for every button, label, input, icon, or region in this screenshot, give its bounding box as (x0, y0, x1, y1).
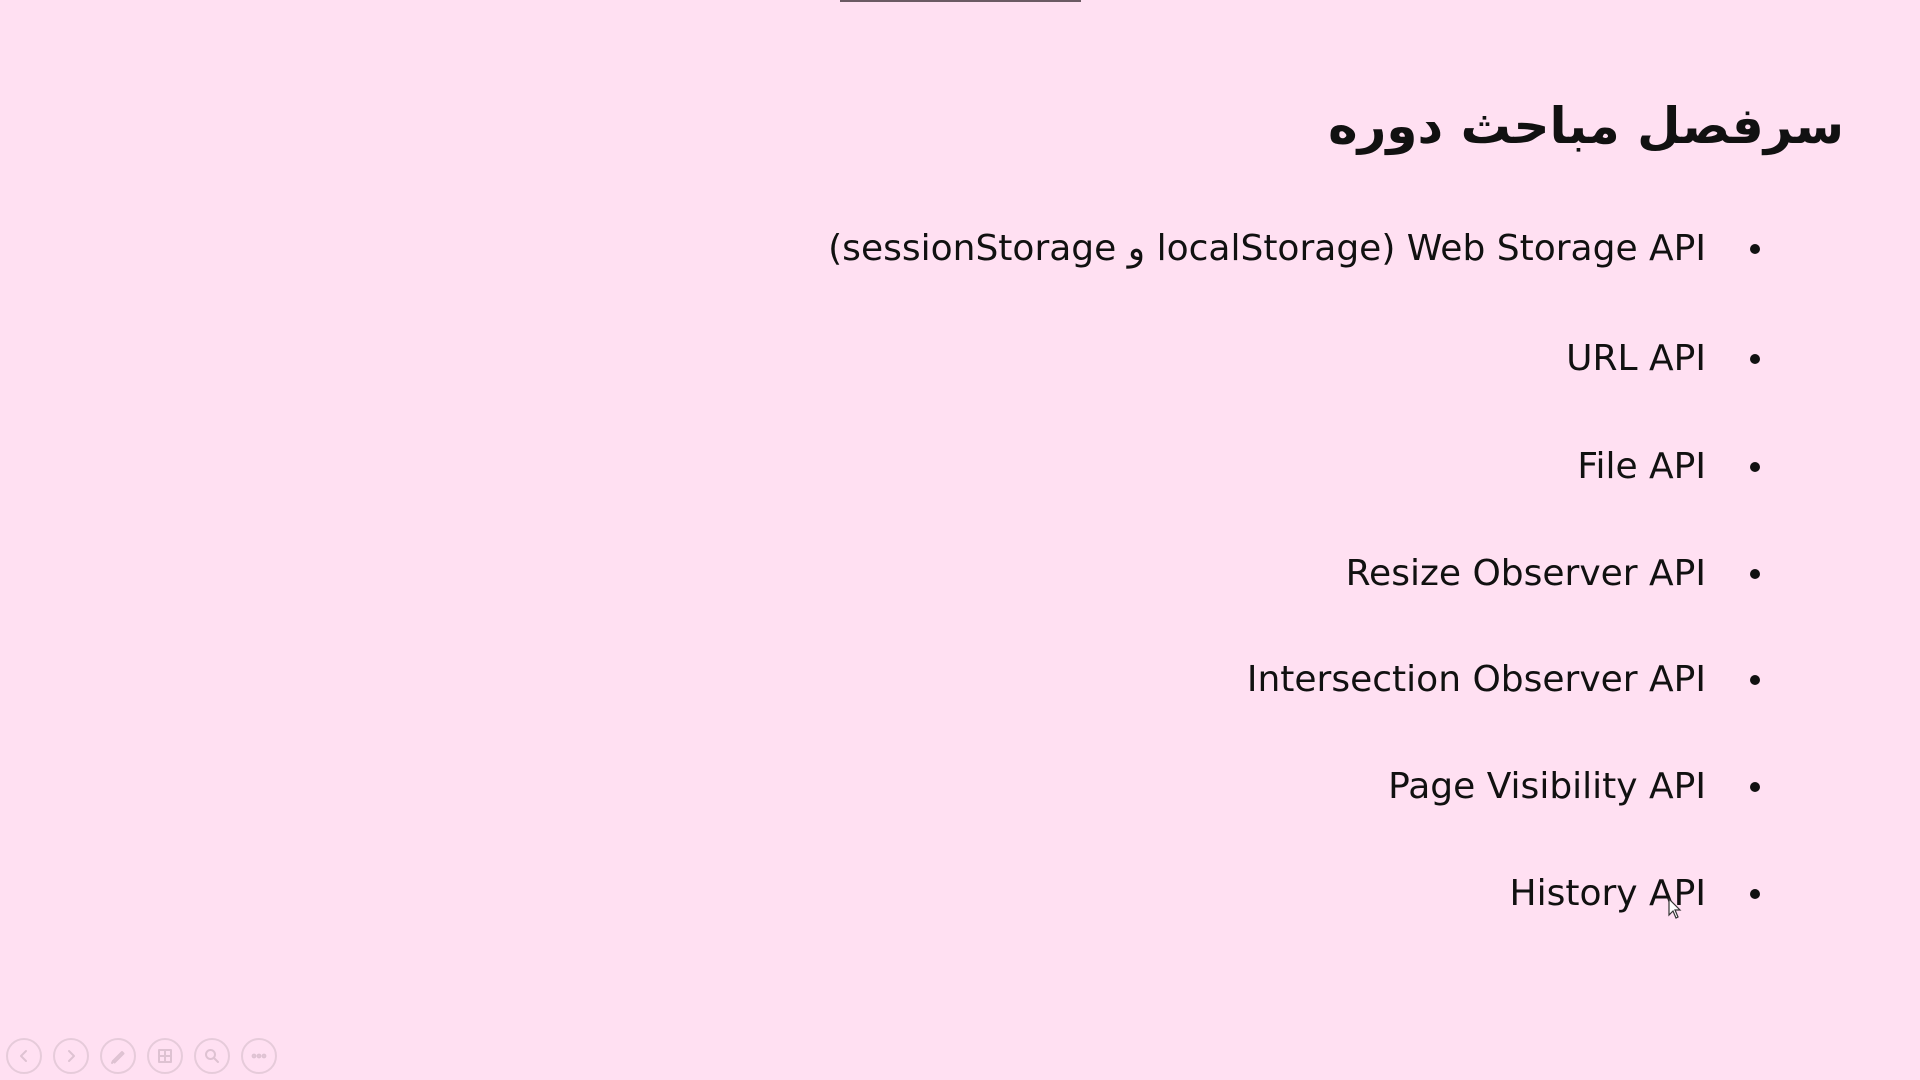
bullet-icon (1750, 782, 1760, 792)
slides-grid-button[interactable] (147, 1038, 183, 1074)
list-item: Page Visibility API (1388, 762, 1760, 812)
list-item: (sessionStorage و localStorage) Web Stor… (828, 224, 1760, 274)
zoom-button[interactable] (194, 1038, 230, 1074)
list-item-label: Page Visibility API (1388, 766, 1706, 807)
previous-slide-button[interactable] (6, 1038, 42, 1074)
pen-icon (111, 1051, 125, 1064)
bullet-icon (1750, 675, 1760, 685)
bullet-icon (1750, 462, 1760, 472)
list-item: File API (1577, 442, 1760, 492)
bullet-icon (1750, 354, 1760, 364)
previous-slide-icon (20, 1050, 27, 1062)
slide-title: سرفصل مباحث دوره (1328, 96, 1844, 155)
list-item: Resize Observer API (1345, 549, 1760, 599)
slides-grid-icon (158, 1049, 172, 1063)
list-item: Intersection Observer API (1246, 655, 1760, 705)
next-slide-button[interactable] (53, 1038, 89, 1074)
mouse-pointer-icon (1668, 898, 1682, 919)
zoom-icon (205, 1049, 219, 1063)
more-options-icon (251, 1053, 267, 1059)
bullet-icon (1750, 889, 1760, 899)
list-item-label: Intersection Observer API (1246, 659, 1706, 700)
list-item-label: (sessionStorage و localStorage) Web Stor… (828, 228, 1706, 269)
next-slide-icon (68, 1050, 75, 1062)
bullet-icon (1750, 244, 1760, 254)
bullet-icon (1750, 569, 1760, 579)
pen-button[interactable] (100, 1038, 136, 1074)
slideshow-toolbar (6, 1038, 277, 1074)
more-options-button[interactable] (241, 1038, 277, 1074)
list-item: URL API (1566, 334, 1760, 384)
list-item-label: Resize Observer API (1345, 553, 1706, 594)
top-divider (840, 0, 1081, 2)
list-item-label: URL API (1566, 338, 1706, 379)
list-item-label: File API (1577, 446, 1706, 487)
